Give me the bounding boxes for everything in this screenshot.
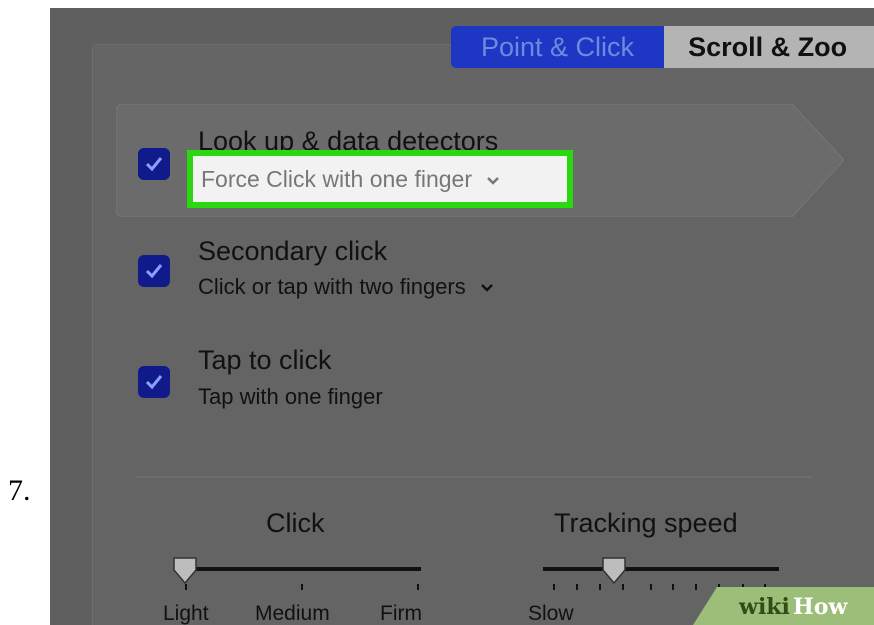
watermark-wiki: wiki (739, 594, 790, 620)
click-label-medium: Medium (255, 602, 330, 625)
secondary-click-checkbox[interactable] (138, 255, 170, 287)
click-slider-knob[interactable] (171, 556, 199, 586)
tab-point-and-click[interactable]: Point & Click (451, 26, 665, 68)
watermark-how: How (793, 594, 848, 620)
click-label-firm: Firm (380, 602, 422, 625)
click-slider-tick (417, 584, 419, 590)
tap-to-click-title: Tap to click (198, 345, 332, 375)
force-click-label: Force Click with one finger (201, 166, 472, 192)
section-divider (136, 476, 812, 478)
click-slider-track[interactable] (185, 567, 421, 571)
tracking-slider-tick (695, 584, 697, 590)
tracking-slider-tick (672, 584, 674, 590)
click-slider-tick (301, 584, 303, 590)
tracking-slider-tick (553, 584, 555, 590)
checkmark-icon (145, 375, 163, 390)
wikihow-watermark: wiki How (693, 587, 874, 625)
tab-scroll-and-zoom[interactable]: Scroll & Zoo (664, 26, 874, 68)
tracking-slider-knob[interactable] (600, 556, 628, 586)
tap-to-click-checkbox[interactable] (138, 366, 170, 398)
trackpad-preferences-screenshot: Point & Click Scroll & Zoo Look up & dat… (50, 8, 874, 625)
secondary-click-dropdown[interactable]: Click or tap with two fingers (198, 274, 494, 300)
force-click-dropdown[interactable]: Force Click with one finger (201, 166, 500, 193)
tracking-slider-track[interactable] (543, 567, 779, 571)
tracking-label-slow: Slow (528, 602, 574, 625)
tracking-slider-tick (650, 584, 652, 590)
secondary-click-label: Click or tap with two fingers (198, 274, 466, 299)
tracking-speed-title: Tracking speed (554, 508, 738, 538)
click-slider-title: Click (266, 508, 325, 538)
tracking-slider-tick (576, 584, 578, 590)
tap-to-click-subtitle: Tap with one finger (198, 384, 383, 409)
lookup-checkbox[interactable] (138, 148, 170, 180)
chevron-down-icon (481, 284, 493, 292)
chevron-down-icon (487, 177, 500, 185)
click-label-light: Light (163, 602, 209, 625)
tab-bar: Point & Click Scroll & Zoo (451, 26, 874, 68)
force-click-dropdown-highlight[interactable]: Force Click with one finger (187, 150, 573, 208)
checkmark-icon (145, 264, 163, 279)
checkmark-icon (145, 157, 163, 172)
step-number: 7. (8, 474, 31, 507)
secondary-click-title: Secondary click (198, 236, 388, 266)
